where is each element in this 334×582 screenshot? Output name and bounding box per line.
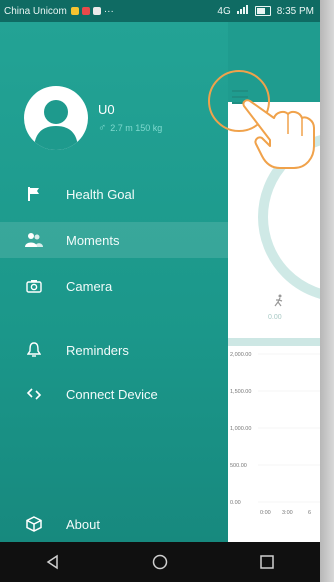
x-tick-label: 3:00 [282, 510, 293, 516]
status-bar: China Unicom ··· 4G 8:35 PM [0, 0, 320, 22]
link-icon [24, 384, 44, 404]
back-triangle-icon [46, 554, 59, 570]
user-stats-text: 2.7 m 150 kg [110, 123, 163, 133]
navigation-drawer: U0 ♂ 2.7 m 150 kg Health Goal Moments Ca… [0, 22, 228, 542]
network-type: 4G [217, 5, 231, 17]
menu-item-health-goal[interactable]: Health Goal [0, 176, 228, 212]
activity-chart: 2,000.00 1,500.00 1,000.00 500.00 0.00 0:00 3:… [230, 352, 320, 516]
y-tick-label: 1,500.00 [230, 389, 251, 395]
step-count-value: 0.00 [268, 314, 282, 321]
phone-screen: China Unicom ··· 4G 8:35 PM 0.00 2,000.0… [0, 0, 320, 582]
user-stats: ♂ 2.7 m 150 kg [98, 122, 162, 134]
recents-button[interactable] [247, 542, 287, 582]
x-tick-label: 0:00 [260, 510, 271, 516]
system-navigation-bar [0, 542, 320, 582]
battery-icon [254, 6, 271, 16]
cube-icon [24, 514, 44, 534]
chart-header [228, 338, 320, 346]
y-tick-label: 0.00 [230, 500, 241, 506]
x-tick-label: 6 [308, 510, 311, 516]
menu-item-label: Camera [66, 278, 113, 294]
signal-icon [236, 5, 249, 17]
home-circle-icon [152, 554, 168, 570]
menu-item-label: About [66, 516, 100, 532]
status-time: 8:35 PM [276, 5, 314, 17]
y-tick-label: 1,000.00 [230, 426, 251, 432]
menu-item-label: Health Goal [66, 186, 135, 202]
avatar[interactable] [24, 86, 88, 150]
notification-icons: ··· [70, 5, 114, 17]
more-notifications-icon: ··· [103, 5, 114, 17]
menu-item-label: Moments [66, 232, 120, 248]
y-tick-label: 2,000.00 [230, 352, 251, 358]
carrier-name: China Unicom [4, 5, 67, 17]
app-notification-icon [92, 7, 101, 15]
recents-square-icon [259, 555, 274, 569]
app-notification-icon [81, 7, 90, 15]
menu-item-label: Connect Device [66, 386, 158, 402]
menu-item-camera[interactable]: Camera [0, 268, 228, 304]
menu-item-moments[interactable]: Moments [0, 222, 228, 258]
screen-edge [320, 0, 334, 582]
male-icon: ♂ [98, 122, 107, 134]
bell-icon [24, 340, 44, 360]
walking-icon [272, 294, 286, 311]
user-name: U0 [98, 102, 115, 117]
menu-item-about[interactable]: About [0, 506, 228, 542]
back-button[interactable] [33, 542, 73, 582]
home-button[interactable] [140, 542, 180, 582]
menu-item-label: Reminders [66, 342, 129, 358]
menu-item-reminders[interactable]: Reminders [0, 332, 228, 368]
app-notification-icon [70, 7, 79, 15]
y-tick-label: 500.00 [230, 463, 247, 469]
menu-item-connect-device[interactable]: Connect Device [0, 376, 228, 412]
people-icon [24, 230, 44, 250]
pointing-hand-icon [242, 99, 315, 169]
camera-icon [24, 276, 44, 296]
flag-icon [24, 184, 44, 204]
user-avatar-icon [34, 100, 78, 150]
